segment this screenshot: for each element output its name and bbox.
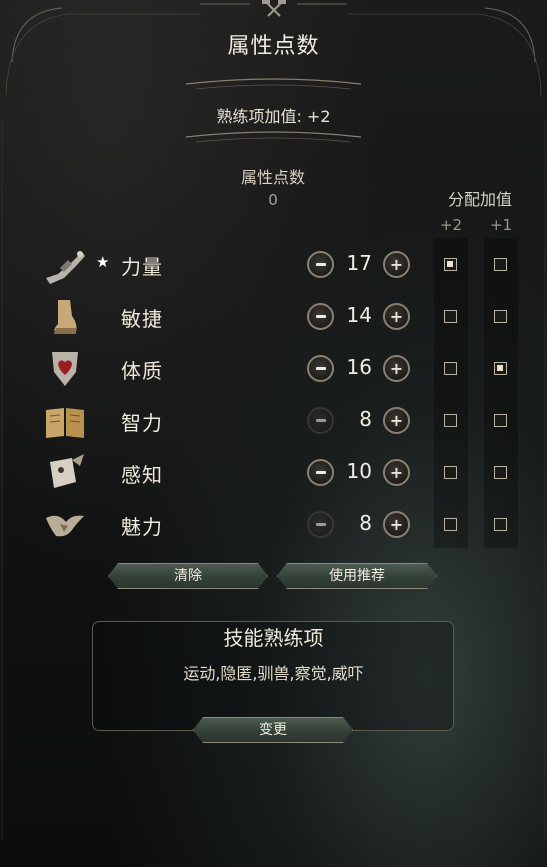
increase-button[interactable]: +	[383, 511, 410, 538]
bonus-plus2-checkbox[interactable]	[444, 258, 457, 271]
increase-button[interactable]: +	[383, 459, 410, 486]
stat-name: 智力	[121, 411, 163, 435]
points-remaining-value: 0	[268, 191, 278, 209]
stat-row-dexterity: 敏捷 14 +	[0, 291, 547, 343]
minus-icon	[315, 263, 326, 266]
points-remaining-label: 属性点数	[240, 168, 305, 187]
stat-name: 敏捷	[121, 307, 163, 331]
stat-value: 8	[359, 511, 372, 535]
stat-row-wisdom: 感知 10 +	[0, 447, 547, 499]
use-recommended-button[interactable]: 使用推荐	[277, 563, 437, 589]
bonus-plus2-checkbox[interactable]	[444, 414, 457, 427]
decrease-button[interactable]	[307, 303, 334, 330]
increase-button[interactable]: +	[383, 355, 410, 382]
increase-button[interactable]: +	[383, 407, 410, 434]
decrease-button[interactable]	[307, 251, 334, 278]
stat-name: 体质	[121, 359, 163, 383]
plus-icon: +	[389, 306, 404, 326]
bonus-plus1-checkbox[interactable]	[494, 414, 507, 427]
gauntlet-icon	[46, 251, 85, 284]
stat-value: 8	[359, 407, 372, 431]
bonus-allocation-label: 分配加值	[447, 190, 512, 209]
increase-button[interactable]: +	[383, 303, 410, 330]
primary-stat-star-icon: ★	[96, 253, 110, 271]
shield-heart-icon	[52, 352, 78, 386]
bonus-plus2-checkbox[interactable]	[444, 310, 457, 323]
decrease-button[interactable]	[307, 511, 334, 538]
clear-button[interactable]: 清除	[108, 563, 268, 589]
crossed-hammers-icon	[262, 0, 286, 17]
minus-icon	[315, 523, 326, 526]
stat-name: 感知	[121, 463, 163, 487]
panel-title: 属性点数	[227, 34, 320, 59]
increase-button[interactable]: +	[383, 251, 410, 278]
plus-icon: +	[389, 410, 404, 430]
decrease-button[interactable]	[307, 407, 334, 434]
bonus-plus1-checkbox[interactable]	[494, 518, 507, 531]
plus-icon: +	[389, 462, 404, 482]
change-skills-button[interactable]: 变更	[193, 717, 353, 743]
stat-value: 16	[346, 355, 372, 379]
stat-row-strength: ★ 力量 17 +	[0, 239, 547, 291]
bonus-plus2-checkbox[interactable]	[444, 466, 457, 479]
stat-name: 力量	[121, 255, 163, 279]
stat-value: 17	[346, 251, 372, 275]
decrease-button[interactable]	[307, 459, 334, 486]
ability-points-panel: 属性点数 熟练项加值: +2 属性点数 0 分配加值 +2 +1 ★ 力量 17…	[0, 0, 547, 867]
minus-icon	[315, 315, 326, 318]
minus-icon	[315, 419, 326, 422]
proficiency-bonus: 熟练项加值: +2	[216, 107, 331, 126]
minus-icon	[315, 367, 326, 370]
skill-proficiencies-list: 运动,隐匿,驯兽,察觉,威吓	[183, 664, 364, 683]
bonus-plus1-checkbox[interactable]	[494, 310, 507, 323]
plus-icon: +	[389, 358, 404, 378]
minus-icon	[315, 471, 326, 474]
bonus-plus1-checkbox[interactable]	[494, 466, 507, 479]
bonus-plus2-checkbox[interactable]	[444, 518, 457, 531]
bonus-plus1-checkbox[interactable]	[494, 258, 507, 271]
bonus-plus1-checkbox[interactable]	[494, 362, 507, 375]
bird-icon	[46, 515, 84, 537]
stat-name: 魅力	[121, 515, 163, 539]
boot-icon	[54, 300, 77, 334]
decrease-button[interactable]	[307, 355, 334, 382]
stat-value: 14	[346, 303, 372, 327]
bonus-plus2-checkbox[interactable]	[444, 362, 457, 375]
skill-proficiencies-title: 技能熟练项	[223, 626, 324, 650]
plus-icon: +	[389, 254, 404, 274]
bonus-plus1-label: +1	[489, 216, 513, 234]
book-icon	[46, 408, 84, 438]
stat-row-charisma: 魅力 8 +	[0, 499, 547, 551]
stat-value: 10	[346, 459, 372, 483]
stat-row-constitution: 体质 16 +	[0, 343, 547, 395]
bonus-plus2-label: +2	[439, 216, 463, 234]
stat-row-intelligence: 智力 8 +	[0, 395, 547, 447]
eye-paw-icon	[50, 454, 84, 488]
plus-icon: +	[389, 514, 404, 534]
